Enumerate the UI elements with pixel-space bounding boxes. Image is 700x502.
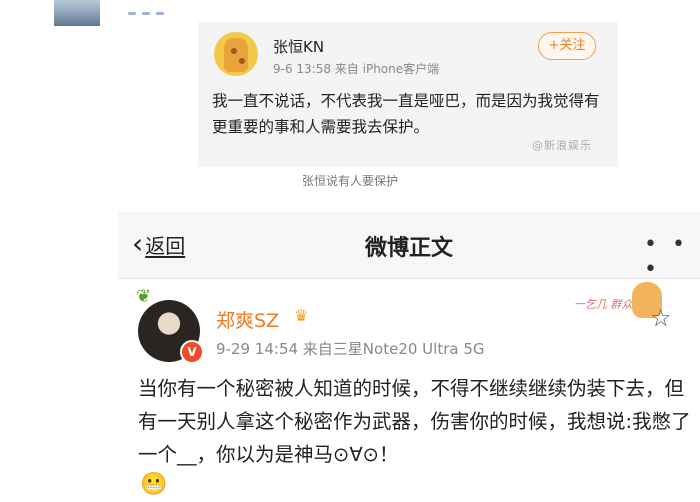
page-title: 微博正文 <box>364 236 453 261</box>
post-time-source: 9-29 14:54 来自三星Note20 Ultra 5G <box>216 340 485 358</box>
leaf-icon: ❦ <box>136 286 152 307</box>
verified-badge: V <box>180 340 204 364</box>
watermark: @新浪娱乐 <box>532 139 592 152</box>
giraffe-spot <box>231 48 237 54</box>
thumbnail-image <box>54 0 100 26</box>
weibo-post-card: 张恒KN 9-6 13:58 来自 iPhone客户端 +关注 我一直不说话，不… <box>198 22 618 167</box>
decoration-text: 一乞几 群众 <box>574 298 633 311</box>
avatar[interactable] <box>214 32 258 76</box>
thumbnail-text-fragment <box>128 0 218 15</box>
crown-badge-icon: ♛ <box>294 306 309 325</box>
follow-button[interactable]: +关注 <box>538 32 596 60</box>
more-dots-icon[interactable]: • • • <box>644 232 700 282</box>
giraffe-icon <box>224 38 248 72</box>
nav-bar: ‹ 返回 微博正文 • • • <box>118 212 700 282</box>
weibo-detail-screen: ‹ 返回 微博正文 • • • ❦ V 郑爽SZ ♛ 9-29 14:54 来自… <box>118 212 700 502</box>
giraffe-spot <box>239 58 245 64</box>
grin-emoji-icon: 😬 <box>140 472 168 497</box>
author-name[interactable]: 张恒KN <box>273 36 324 57</box>
author-name[interactable]: 郑爽SZ <box>216 306 279 333</box>
star-outline-icon[interactable]: ☆ <box>650 304 672 332</box>
post-text: 我一直不说话，不代表我一直是哑巴，而是因为我觉得有更重要的事和人需要我去保护。 <box>212 92 600 136</box>
post-text: 当你有一个秘密被人知道的时候，不得不继续继续伪装下去，但有一天别人拿这个秘密作为… <box>138 377 691 466</box>
post-time-source: 9-6 13:58 来自 iPhone客户端 <box>273 62 440 76</box>
image-caption: 张恒说有人要保护 <box>301 174 398 188</box>
